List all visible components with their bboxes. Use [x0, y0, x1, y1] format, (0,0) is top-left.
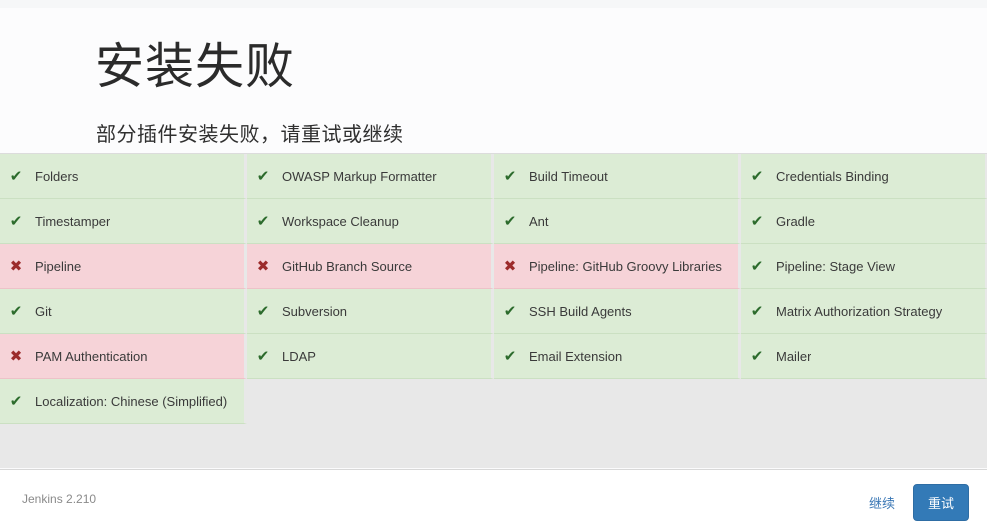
- plugin-cell: ✔ Credentials Binding: [741, 154, 987, 199]
- plugin-name: PAM Authentication: [35, 348, 148, 364]
- check-icon: ✔: [256, 211, 270, 230]
- page-title: 安装失败: [95, 40, 296, 94]
- plugin-name: GitHub Branch Source: [282, 258, 413, 274]
- plugin-cell: ✖ Pipeline: [0, 244, 247, 289]
- check-icon: ✔: [750, 211, 764, 230]
- plugin-cell: ✔ Subversion: [247, 289, 494, 334]
- plugin-name: LDAP: [282, 348, 316, 364]
- plugin-name: Credentials Binding: [776, 168, 889, 184]
- retry-button[interactable]: 重试: [912, 484, 969, 521]
- check-icon: ✔: [503, 211, 517, 230]
- check-icon: ✔: [9, 301, 23, 320]
- plugin-grid: ✔ Folders ✔ OWASP Markup Formatter ✔ Build Ti…: [0, 154, 987, 424]
- plugin-name: Matrix Authorization Strategy: [776, 303, 943, 319]
- plugin-cell: ✖ Pipeline: GitHub Groovy Libraries: [494, 244, 741, 289]
- plugin-cell: ✔ Matrix Authorization Strategy: [741, 289, 987, 334]
- plugin-name: SSH Build Agents: [529, 303, 632, 319]
- jenkins-version-label: Jenkins 2.210: [22, 492, 97, 506]
- check-icon: ✔: [9, 211, 23, 230]
- check-icon: ✔: [503, 346, 517, 365]
- cross-icon: ✖: [256, 256, 270, 275]
- cross-icon: ✖: [9, 256, 23, 275]
- plugin-results-region: ✔ Folders ✔ OWASP Markup Formatter ✔ Build Ti…: [0, 153, 987, 468]
- plugin-cell: ✔ Gradle: [741, 199, 987, 244]
- plugin-cell: ✔ Workspace Cleanup: [247, 199, 494, 244]
- plugin-cell: ✖ PAM Authentication: [0, 334, 247, 379]
- plugin-cell: ✔ Mailer: [741, 334, 987, 379]
- plugin-name: Pipeline: GitHub Groovy Libraries: [529, 258, 722, 274]
- check-icon: ✔: [256, 346, 270, 365]
- jenkins-setup-wizard: 安装失败 部分插件安装失败，请重试或继续 ✔ Folders ✔ OWASP Mark…: [0, 0, 987, 529]
- plugin-cell: ✔ Timestamper: [0, 199, 247, 244]
- cross-icon: ✖: [9, 346, 23, 365]
- plugin-name: Subversion: [282, 303, 348, 319]
- plugin-name: Pipeline: Stage View: [776, 258, 896, 274]
- plugin-name: Gradle: [776, 213, 816, 229]
- plugin-cell: ✔ Folders: [0, 154, 247, 199]
- plugin-name: Ant: [529, 213, 549, 229]
- check-icon: ✔: [750, 256, 764, 275]
- plugin-cell: ✔ SSH Build Agents: [494, 289, 741, 334]
- plugin-cell: ✔ Email Extension: [494, 334, 741, 379]
- plugin-name: OWASP Markup Formatter: [282, 168, 437, 184]
- plugin-name: Build Timeout: [529, 168, 608, 184]
- plugin-name: Localization: Chinese (Simplified): [35, 393, 228, 409]
- plugin-cell: ✔ Pipeline: Stage View: [741, 244, 987, 289]
- plugin-name: Folders: [35, 168, 79, 184]
- plugin-name: Timestamper: [35, 213, 111, 229]
- plugin-cell: ✔ Localization: Chinese (Simplified): [0, 379, 247, 424]
- check-icon: ✔: [503, 301, 517, 320]
- page-subtitle: 部分插件安装失败，请重试或继续: [96, 124, 404, 146]
- page-header: 安装失败 部分插件安装失败，请重试或继续: [0, 8, 987, 153]
- check-icon: ✔: [750, 166, 764, 185]
- plugin-cell: ✖ GitHub Branch Source: [247, 244, 494, 289]
- plugin-name: Workspace Cleanup: [282, 213, 399, 229]
- check-icon: ✔: [9, 166, 23, 185]
- cross-icon: ✖: [503, 256, 517, 275]
- plugin-cell: ✔ Ant: [494, 199, 741, 244]
- check-icon: ✔: [9, 391, 23, 410]
- check-icon: ✔: [750, 301, 764, 320]
- check-icon: ✔: [256, 166, 270, 185]
- check-icon: ✔: [256, 301, 270, 320]
- plugin-name: Mailer: [776, 348, 812, 364]
- plugin-name: Pipeline: [35, 258, 82, 274]
- footer-actions: 继续 重试: [865, 484, 969, 521]
- plugin-cell: ✔ OWASP Markup Formatter: [247, 154, 494, 199]
- footer-bar: Jenkins 2.210 继续 重试: [0, 469, 987, 529]
- plugin-cell: ✔ Git: [0, 289, 247, 334]
- plugin-name: Git: [35, 303, 52, 319]
- plugin-cell: ✔ LDAP: [247, 334, 494, 379]
- plugin-name: Email Extension: [529, 348, 623, 364]
- plugin-cell: ✔ Build Timeout: [494, 154, 741, 199]
- continue-button[interactable]: 继续: [865, 487, 899, 518]
- check-icon: ✔: [503, 166, 517, 185]
- check-icon: ✔: [750, 346, 764, 365]
